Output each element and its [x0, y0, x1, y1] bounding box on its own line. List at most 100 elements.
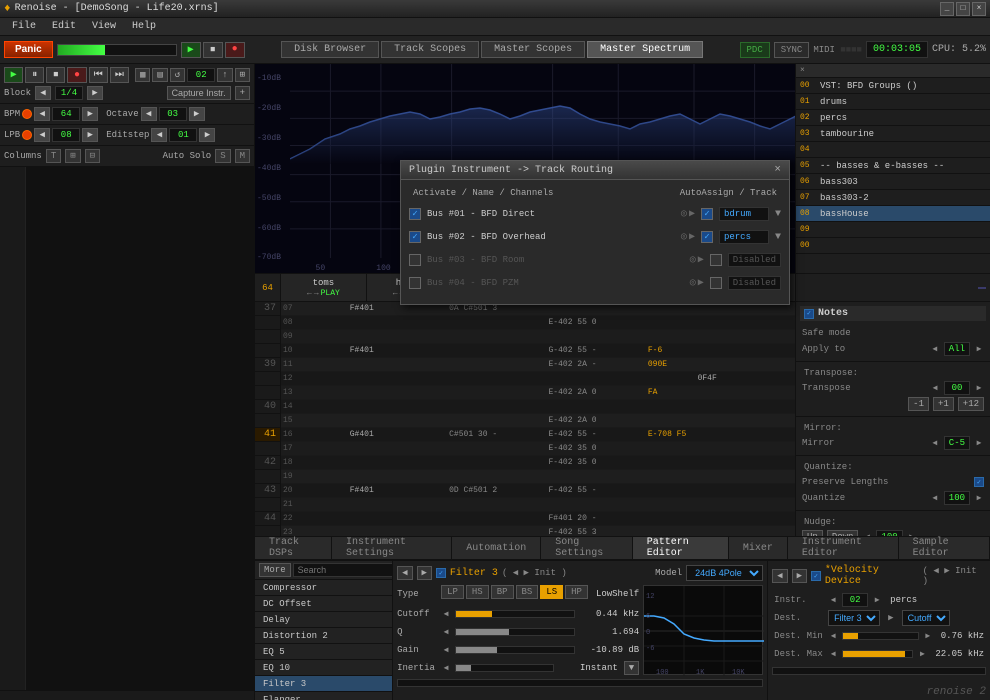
- block-prev[interactable]: ◀: [35, 86, 51, 100]
- instr-list-item-2[interactable]: Delay: [255, 612, 392, 628]
- col-merge-btn[interactable]: ⊟: [85, 149, 100, 163]
- nudge-next[interactable]: ▶: [907, 532, 917, 536]
- lpb-up[interactable]: ▶: [82, 128, 98, 142]
- vel-instr-prev[interactable]: ◀: [828, 595, 838, 605]
- tab-song-settings[interactable]: Song Settings: [541, 537, 632, 559]
- play-button[interactable]: ▶: [181, 42, 201, 58]
- apply-prev[interactable]: ◀: [930, 344, 940, 354]
- panic-button[interactable]: Panic: [4, 41, 53, 58]
- vel-enable-checkbox[interactable]: [811, 571, 821, 581]
- vel-dest-param-select[interactable]: Cutoff: [902, 610, 950, 626]
- lpb-knob[interactable]: [22, 130, 32, 140]
- vel-max-prev[interactable]: ◀: [828, 649, 838, 659]
- vel-prev-btn[interactable]: ◀: [772, 569, 787, 583]
- track-row-10[interactable]: 17E-402 35 00: [281, 442, 795, 456]
- cutoff-prev[interactable]: ◀: [441, 609, 451, 619]
- octave-up[interactable]: ▶: [189, 107, 205, 121]
- model-select[interactable]: 24dB 4Pole: [686, 565, 763, 581]
- q-slider[interactable]: [455, 628, 575, 636]
- octave-down[interactable]: ◀: [141, 107, 157, 121]
- menu-help[interactable]: Help: [124, 18, 164, 35]
- track-row-6[interactable]: 13E-402 2A 0A 0914FA: [281, 386, 795, 400]
- track-list-item-4[interactable]: 04: [796, 142, 990, 158]
- tab-instrument-settings[interactable]: Instrument Settings: [332, 537, 452, 559]
- mirror-prev[interactable]: ◀: [930, 438, 940, 448]
- gain-slider[interactable]: [455, 646, 575, 654]
- minimize-button[interactable]: _: [940, 2, 954, 16]
- vel-instr-next[interactable]: ▶: [872, 595, 882, 605]
- filter-tab-bp[interactable]: BP: [491, 585, 514, 599]
- instr-list-item-4[interactable]: EQ 5: [255, 644, 392, 660]
- h-scrollbar-bottom[interactable]: [0, 690, 254, 700]
- autosolo-m-btn[interactable]: M: [235, 149, 250, 163]
- bpm-up[interactable]: ▶: [82, 107, 98, 121]
- tab-track-dsp[interactable]: Track DSPs: [255, 537, 332, 559]
- quantize-prev[interactable]: ◀: [930, 493, 940, 503]
- bus1-icon2[interactable]: ▶: [689, 208, 695, 220]
- more-btn[interactable]: More: [259, 563, 291, 577]
- menu-file[interactable]: File: [4, 18, 44, 35]
- notes-checkbox[interactable]: [804, 309, 814, 319]
- expand-btn[interactable]: ⊞: [235, 68, 250, 82]
- mirror-next[interactable]: ▶: [974, 438, 984, 448]
- menu-edit[interactable]: Edit: [44, 18, 84, 35]
- pattern-arrow-up[interactable]: ↑: [217, 68, 232, 82]
- track-row-14[interactable]: 21: [281, 498, 795, 512]
- apply-next[interactable]: ▶: [974, 344, 984, 354]
- cutoff-slider[interactable]: [455, 610, 575, 618]
- vel-min-next[interactable]: ▶: [923, 631, 933, 641]
- vel-min-slider[interactable]: [842, 632, 919, 640]
- track-list-item-0[interactable]: 00VST: BFD Groups (): [796, 78, 990, 94]
- bus1-icon1[interactable]: ◎: [681, 208, 687, 220]
- plus-btn[interactable]: +: [235, 86, 250, 100]
- bus4-icon2[interactable]: ▶: [698, 277, 704, 289]
- transpose-plus12[interactable]: +12: [958, 397, 984, 411]
- record-button[interactable]: ●: [225, 42, 245, 58]
- bus2-dropdown[interactable]: ▼: [775, 232, 781, 243]
- filter-tab-hs[interactable]: HS: [466, 585, 489, 599]
- tab-automation[interactable]: Automation: [452, 537, 541, 559]
- track-list-item-7[interactable]: 07bass303-2: [796, 190, 990, 206]
- dialog-close-btn[interactable]: ×: [774, 164, 781, 176]
- track-row-4[interactable]: 11E-402 2A --090E: [281, 358, 795, 372]
- track-list-item-2[interactable]: 02percs: [796, 110, 990, 126]
- grid-btn2[interactable]: ▤: [152, 68, 167, 82]
- tab-mixer[interactable]: Mixer: [729, 537, 788, 559]
- track-row-16[interactable]: 23F-402 55 30: [281, 526, 795, 536]
- instr-list-item-1[interactable]: DC Offset: [255, 596, 392, 612]
- tab-pattern-editor[interactable]: Pattern Editor: [633, 537, 729, 559]
- track-row-8[interactable]: 15E-402 2A 0A 0901: [281, 414, 795, 428]
- vel-max-next[interactable]: ▶: [917, 649, 927, 659]
- filter-hscrollbar[interactable]: [397, 679, 763, 687]
- bus3-checkbox[interactable]: [409, 254, 421, 266]
- sync-button[interactable]: SYNC: [774, 42, 810, 58]
- transpose-minus1[interactable]: -1: [908, 397, 929, 411]
- transpose-plus1[interactable]: +1: [933, 397, 954, 411]
- vel-hscrollbar[interactable]: [772, 667, 986, 675]
- tab-disk-browser[interactable]: Disk Browser: [281, 41, 379, 58]
- tab-sample-editor[interactable]: Sample Editor: [899, 537, 990, 559]
- instr-list-item-3[interactable]: Distortion 2: [255, 628, 392, 644]
- preserve-checkbox[interactable]: [974, 477, 984, 487]
- track-list-item-5[interactable]: 05-- basses & e-basses --: [796, 158, 990, 174]
- track-list-item-6[interactable]: 06bass303: [796, 174, 990, 190]
- filter-tab-lp[interactable]: LP: [441, 585, 464, 599]
- tab-master-scopes[interactable]: Master Scopes: [481, 41, 585, 58]
- instr-list-item-7[interactable]: Flanger: [255, 692, 392, 700]
- tab-track-scopes[interactable]: Track Scopes: [381, 41, 479, 58]
- q-prev[interactable]: ◀: [441, 627, 451, 637]
- loop-btn[interactable]: ↺: [170, 68, 185, 82]
- instr-list-item-5[interactable]: EQ 10: [255, 660, 392, 676]
- tab-master-spectrum[interactable]: Master Spectrum: [587, 41, 703, 58]
- prev-btn[interactable]: ⏮: [89, 67, 108, 83]
- bus4-auto-checkbox[interactable]: [710, 277, 722, 289]
- play-btn[interactable]: ▶: [4, 67, 23, 83]
- instr-list-item-0[interactable]: Compressor: [255, 580, 392, 596]
- nudge-up-btn[interactable]: Up: [802, 530, 823, 536]
- bpm-down[interactable]: ◀: [34, 107, 50, 121]
- rec-btn[interactable]: ●: [67, 67, 86, 83]
- track-list-item-10[interactable]: 00: [796, 238, 990, 254]
- lpb-down[interactable]: ◀: [34, 128, 50, 142]
- bus4-icon1[interactable]: ◎: [690, 277, 696, 289]
- track-row-15[interactable]: 22F#401 20 --: [281, 512, 795, 526]
